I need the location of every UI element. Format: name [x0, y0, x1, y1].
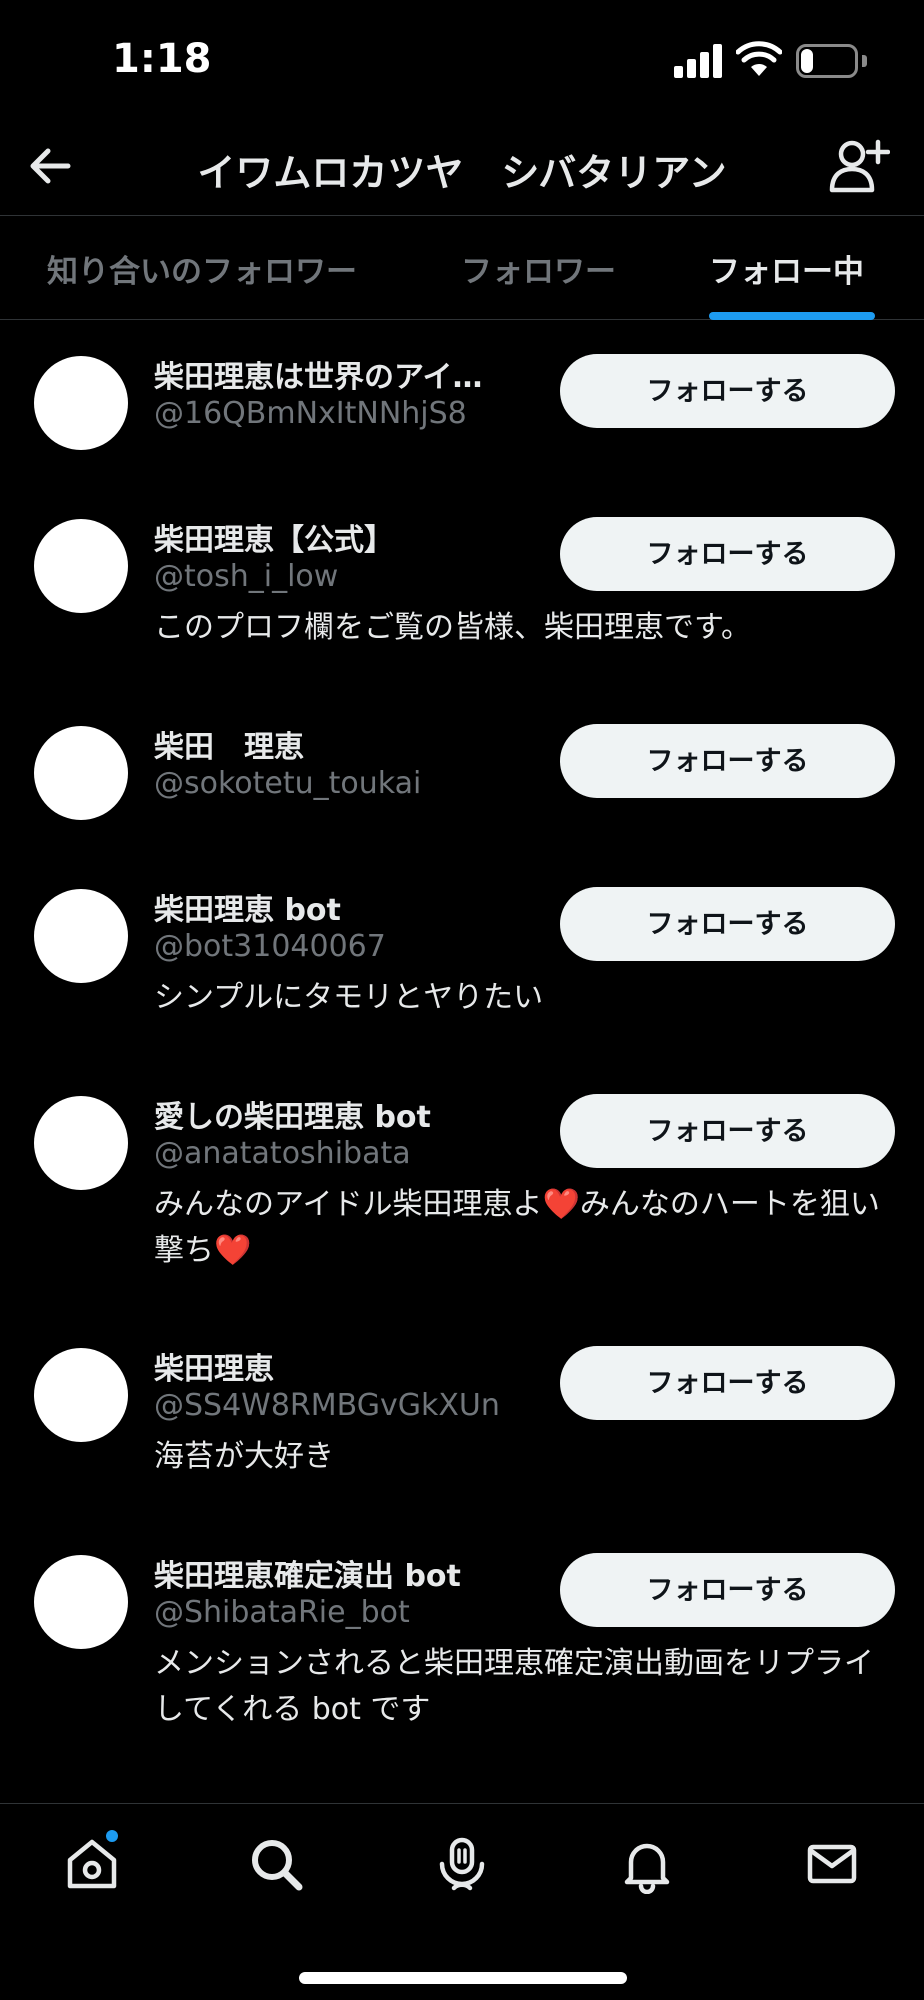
- page-title: イワムロカツヤ シバタリアン: [197, 151, 727, 195]
- user-bio: みんなのアイドル柴田理恵よ❤️みんなのハートを狙い撃ち❤️: [154, 1187, 880, 1268]
- user-name: 柴田 理恵: [154, 730, 304, 765]
- bell-icon[interactable]: [617, 1834, 677, 1894]
- notification-dot: [106, 1830, 118, 1842]
- user-name: 愛しの柴田理恵 bot: [154, 1100, 431, 1135]
- user-handle: @bot31040067: [154, 929, 386, 964]
- follow-button[interactable]: フォローする: [560, 887, 895, 961]
- follow-button[interactable]: フォローする: [560, 724, 895, 798]
- user-name: 柴田理恵は世界のアイ…: [154, 360, 483, 395]
- user-handle: @SS4W8RMBGvGkXUn: [154, 1388, 500, 1423]
- avatar[interactable]: [34, 1096, 128, 1190]
- status-time: 1:18: [112, 36, 212, 82]
- user-handle: @sokotetu_toukai: [154, 766, 422, 801]
- user-handle: @ShibataRie_bot: [154, 1595, 410, 1630]
- user-name: 柴田理恵: [154, 1352, 274, 1387]
- user-handle: @anatatoshibata: [154, 1136, 411, 1171]
- cellular-signal-icon: [674, 44, 724, 78]
- follow-button[interactable]: フォローする: [560, 354, 895, 428]
- status-bar: 1:18 24: [0, 0, 924, 120]
- follow-button[interactable]: フォローする: [560, 1553, 895, 1627]
- user-name: 柴田理恵【公式】: [154, 523, 394, 558]
- user-handle: @16QBmNxItNNhjS8: [154, 396, 467, 431]
- bottom-tab-bar: [0, 1803, 924, 2000]
- follow-button[interactable]: フォローする: [560, 1346, 895, 1420]
- user-handle: @tosh_i_low: [154, 559, 339, 594]
- user-name: 柴田理恵確定演出 bot: [154, 1559, 461, 1594]
- nav-header: イワムロカツヤ シバタリアン: [0, 120, 924, 216]
- tab-mutual-followers[interactable]: 知り合いのフォロワー: [47, 246, 357, 291]
- avatar[interactable]: [34, 1555, 128, 1649]
- search-icon[interactable]: [246, 1834, 306, 1894]
- battery-level: 24: [811, 49, 843, 74]
- user-name: 柴田理恵 bot: [154, 893, 341, 928]
- battery-nub: [862, 55, 867, 67]
- home-icon[interactable]: [62, 1834, 122, 1894]
- mail-icon[interactable]: [802, 1834, 862, 1894]
- avatar[interactable]: [34, 519, 128, 613]
- spaces-icon[interactable]: [432, 1834, 492, 1894]
- user-bio: シンプルにタモリとヤりたい: [154, 980, 544, 1015]
- battery-icon: 24: [796, 44, 858, 78]
- add-user-button[interactable]: [826, 134, 890, 198]
- home-indicator: [299, 1972, 627, 1984]
- active-tab-indicator: [709, 312, 875, 320]
- wifi-icon: [736, 41, 782, 76]
- avatar[interactable]: [34, 1348, 128, 1442]
- user-bio: メンションされると柴田理恵確定演出動画をリプライしてくれる bot です: [154, 1646, 874, 1727]
- avatar[interactable]: [34, 889, 128, 983]
- user-bio: 海苔が大好き: [154, 1439, 334, 1474]
- follow-tabs: 知り合いのフォロワー フォロワー フォロー中: [0, 216, 924, 320]
- avatar[interactable]: [34, 356, 128, 450]
- back-button[interactable]: [24, 140, 76, 192]
- avatar[interactable]: [34, 726, 128, 820]
- tab-followers[interactable]: フォロワー: [461, 246, 616, 291]
- user-bio: このプロフ欄をご覧の皆様、柴田理恵です。: [154, 610, 751, 645]
- tab-following[interactable]: フォロー中: [709, 246, 864, 291]
- follow-button[interactable]: フォローする: [560, 517, 895, 591]
- follow-button[interactable]: フォローする: [560, 1094, 895, 1168]
